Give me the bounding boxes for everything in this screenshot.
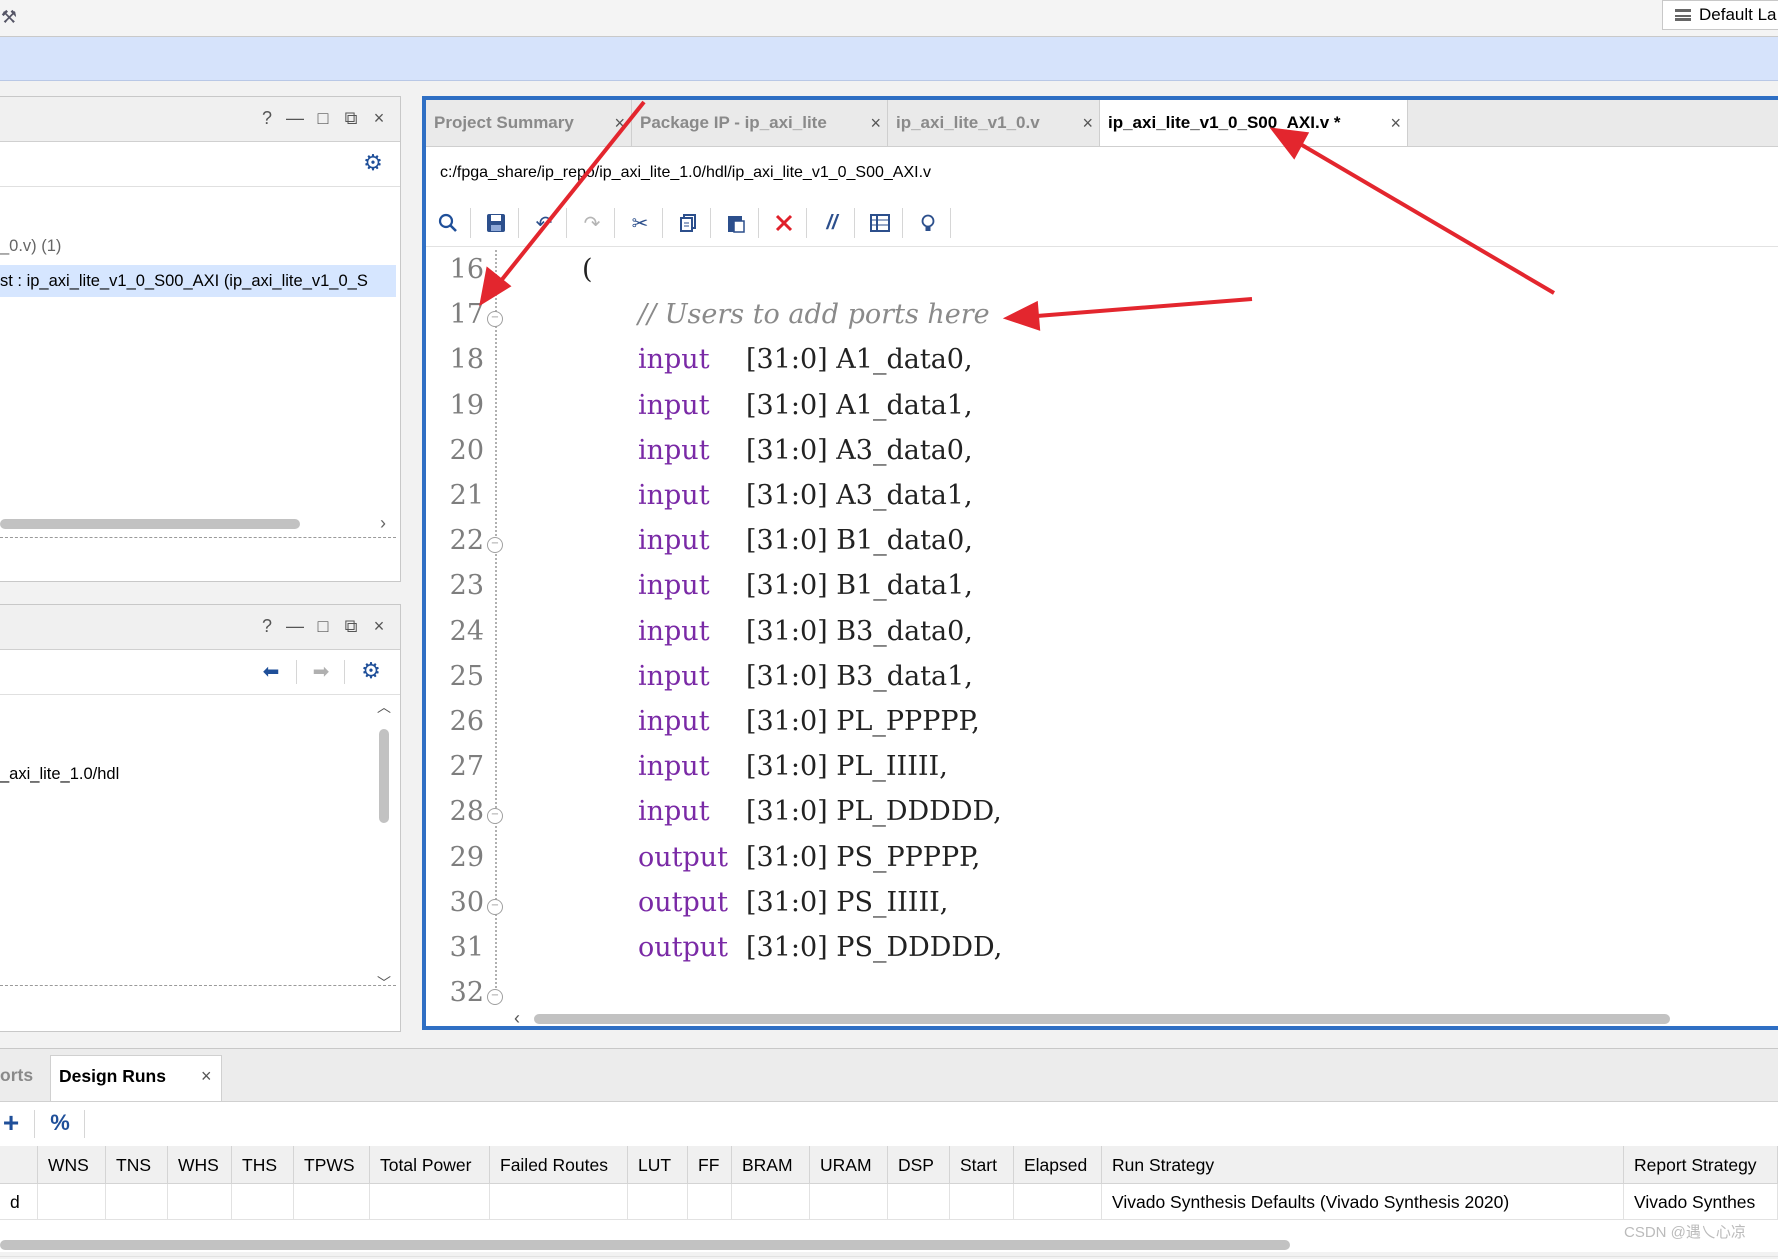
arrow-to-comment <box>1023 297 1253 319</box>
arrow-head <box>1269 127 1310 160</box>
annotation-arrows <box>479 100 1556 331</box>
arrow-to-active-tab <box>1288 136 1556 295</box>
arrow-head <box>1002 300 1041 331</box>
arrow-to-line-number <box>490 100 646 294</box>
